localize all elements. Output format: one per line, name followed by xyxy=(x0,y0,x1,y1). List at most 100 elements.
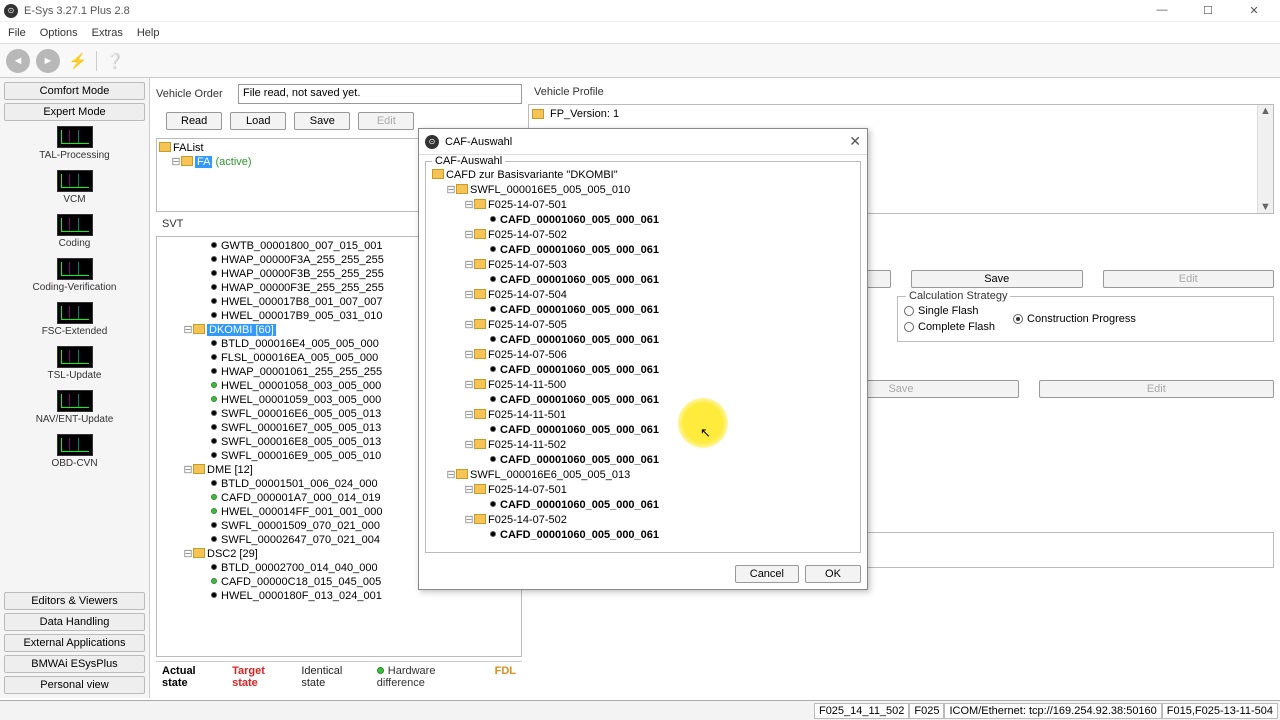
close-button[interactable]: ✕ xyxy=(1240,4,1268,17)
caf-swfl[interactable]: SWFL_000016E5_005_005_010 xyxy=(470,184,630,196)
collapse-icon[interactable]: ⊟ xyxy=(464,198,474,213)
caf-entry[interactable]: CAFD_00001060_005_000_061 xyxy=(500,424,659,436)
external-apps-button[interactable]: External Applications xyxy=(4,634,145,652)
caf-ver[interactable]: F025-14-07-501 xyxy=(488,199,567,211)
collapse-icon[interactable]: ⊟ xyxy=(464,288,474,303)
collapse-icon[interactable]: ⊟ xyxy=(464,378,474,393)
tree-item-dkombi[interactable]: DKOMBI [60] xyxy=(207,324,276,336)
caf-entry[interactable]: CAFD_00001060_005_000_061 xyxy=(500,274,659,286)
scrollbar[interactable]: ▲▼ xyxy=(1257,105,1273,213)
module-fsc-extended[interactable]: FSC-Extended xyxy=(4,300,145,341)
caf-root[interactable]: CAFD zur Basisvariante "DKOMBI" xyxy=(446,169,618,181)
vo-edit-button[interactable]: Edit xyxy=(358,112,414,130)
collapse-icon[interactable]: ⊟ xyxy=(464,318,474,333)
maximize-button[interactable]: ☐ xyxy=(1194,4,1222,17)
vehicle-order-input[interactable]: File read, not saved yet. xyxy=(238,84,522,104)
dialog-ok-button[interactable]: OK xyxy=(805,565,861,583)
menu-help[interactable]: Help xyxy=(137,27,160,39)
caf-entry[interactable]: CAFD_00001060_005_000_061 xyxy=(500,364,659,376)
minimize-button[interactable]: — xyxy=(1148,4,1176,17)
tree-item[interactable]: HWAP_00000F3B_255_255_255 xyxy=(221,268,384,280)
tree-item[interactable]: HWEL_000014FF_001_001_000 xyxy=(221,506,382,518)
module-tsl-update[interactable]: TSL-Update xyxy=(4,344,145,385)
expand-icon[interactable]: ⊟ xyxy=(171,155,181,169)
bmwai-esysplus-button[interactable]: BMWAi ESysPlus xyxy=(4,655,145,673)
menu-extras[interactable]: Extras xyxy=(92,27,123,39)
tree-item-dme[interactable]: DME [12] xyxy=(207,464,253,476)
fa-list-root[interactable]: FAList xyxy=(173,142,204,154)
personal-view-button[interactable]: Personal view xyxy=(4,676,145,694)
collapse-icon[interactable]: ⊟ xyxy=(183,323,193,337)
save-button[interactable]: Save xyxy=(911,270,1083,288)
single-flash-radio[interactable]: Single Flash xyxy=(904,305,995,317)
tree-item[interactable]: GWTB_00001800_007_015_001 xyxy=(221,240,382,252)
collapse-icon[interactable]: ⊟ xyxy=(464,228,474,243)
tree-item-dsc[interactable]: DSC2 [29] xyxy=(207,548,258,560)
tree-item[interactable]: CAFD_000001A7_000_014_019 xyxy=(221,492,381,504)
collapse-icon[interactable]: ⊟ xyxy=(464,513,474,528)
caf-ver[interactable]: F025-14-11-502 xyxy=(488,439,566,451)
edit-button[interactable]: Edit xyxy=(1103,270,1275,288)
collapse-icon[interactable]: ⊟ xyxy=(446,468,456,483)
tree-item[interactable]: SWFL_00002647_070_021_004 xyxy=(221,534,380,546)
tree-item[interactable]: HWEL_0000180F_013_024_001 xyxy=(221,590,382,602)
collapse-icon[interactable]: ⊟ xyxy=(464,483,474,498)
vo-read-button[interactable]: Read xyxy=(166,112,222,130)
fa-item[interactable]: FA xyxy=(195,156,212,168)
construction-progress-radio[interactable]: Construction Progress xyxy=(1013,305,1136,333)
tree-item[interactable]: FLSL_000016EA_005_005_000 xyxy=(221,352,378,364)
menu-options[interactable]: Options xyxy=(40,27,78,39)
tree-item[interactable]: HWEL_000017B9_005_031_010 xyxy=(221,310,382,322)
caf-entry[interactable]: CAFD_00001060_005_000_061 xyxy=(500,394,659,406)
caf-ver[interactable]: F025-14-07-503 xyxy=(488,259,567,271)
menu-file[interactable]: File xyxy=(8,27,26,39)
vo-save-button[interactable]: Save xyxy=(294,112,350,130)
nav-forward-button[interactable]: ► xyxy=(36,49,60,73)
tree-item[interactable]: BTLD_00002700_014_040_000 xyxy=(221,562,378,574)
collapse-icon[interactable]: ⊟ xyxy=(464,258,474,273)
collapse-icon[interactable]: ⊟ xyxy=(464,348,474,363)
caf-entry[interactable]: CAFD_00001060_005_000_061 xyxy=(500,454,659,466)
caf-ver[interactable]: F025-14-07-502 xyxy=(488,229,567,241)
tree-item[interactable]: HWAP_00000F3A_255_255_255 xyxy=(221,254,384,266)
caf-ver[interactable]: F025-14-11-500 xyxy=(488,379,566,391)
caf-entry[interactable]: CAFD_00001060_005_000_061 xyxy=(500,244,659,256)
collapse-icon[interactable]: ⊟ xyxy=(183,547,193,561)
tree-item[interactable]: SWFL_000016E6_005_005_013 xyxy=(221,408,381,420)
caf-ver[interactable]: F025-14-07-505 xyxy=(488,319,567,331)
collapse-icon[interactable]: ⊟ xyxy=(464,438,474,453)
fp-version[interactable]: FP_Version: 1 xyxy=(550,108,619,120)
editors-viewers-button[interactable]: Editors & Viewers xyxy=(4,592,145,610)
connect-icon[interactable]: ⚡ xyxy=(66,49,90,73)
tree-item[interactable]: SWFL_000016E8_005_005_013 xyxy=(221,436,381,448)
caf-ver[interactable]: F025-14-07-502 xyxy=(488,514,567,526)
tree-item[interactable]: BTLD_00001501_006_024_000 xyxy=(221,478,378,490)
caf-entry[interactable]: CAFD_00001060_005_000_061 xyxy=(500,334,659,346)
dialog-close-button[interactable]: ✕ xyxy=(849,133,861,150)
tree-item[interactable]: SWFL_000016E9_005_005_010 xyxy=(221,450,381,462)
module-coding[interactable]: Coding xyxy=(4,212,145,253)
tree-item[interactable]: SWFL_000016E7_005_005_013 xyxy=(221,422,381,434)
caf-tree[interactable]: CAFD zur Basisvariante "DKOMBI" ⊟ SWFL_00… xyxy=(428,168,858,550)
tree-item[interactable]: HWAP_00000F3E_255_255_255 xyxy=(221,282,384,294)
collapse-icon[interactable]: ⊟ xyxy=(464,408,474,423)
module-coding-verification[interactable]: Coding-Verification xyxy=(4,256,145,297)
collapse-icon[interactable]: ⊟ xyxy=(183,463,193,477)
caf-entry[interactable]: CAFD_00001060_005_000_061 xyxy=(500,499,659,511)
tree-item[interactable]: HWAP_00001061_255_255_255 xyxy=(221,366,382,378)
module-obd-cvn[interactable]: OBD-CVN xyxy=(4,432,145,473)
tree-item[interactable]: SWFL_00001509_070_021_000 xyxy=(221,520,380,532)
caf-entry[interactable]: CAFD_00001060_005_000_061 xyxy=(500,529,659,541)
comfort-mode-button[interactable]: Comfort Mode xyxy=(4,82,145,100)
help-icon[interactable]: ❔ xyxy=(103,49,127,73)
caf-entry[interactable]: CAFD_00001060_005_000_061 xyxy=(500,214,659,226)
module-nav-ent-update[interactable]: NAV/ENT-Update xyxy=(4,388,145,429)
module-tal-processing[interactable]: TAL-Processing xyxy=(4,124,145,165)
module-vcm[interactable]: VCM xyxy=(4,168,145,209)
caf-ver[interactable]: F025-14-11-501 xyxy=(488,409,566,421)
tree-item[interactable]: HWEL_00001059_003_005_000 xyxy=(221,394,381,406)
dialog-cancel-button[interactable]: Cancel xyxy=(735,565,799,583)
expert-mode-button[interactable]: Expert Mode xyxy=(4,103,145,121)
caf-swfl[interactable]: SWFL_000016E6_005_005_013 xyxy=(470,469,630,481)
tree-item[interactable]: CAFD_00000C18_015_045_005 xyxy=(221,576,381,588)
